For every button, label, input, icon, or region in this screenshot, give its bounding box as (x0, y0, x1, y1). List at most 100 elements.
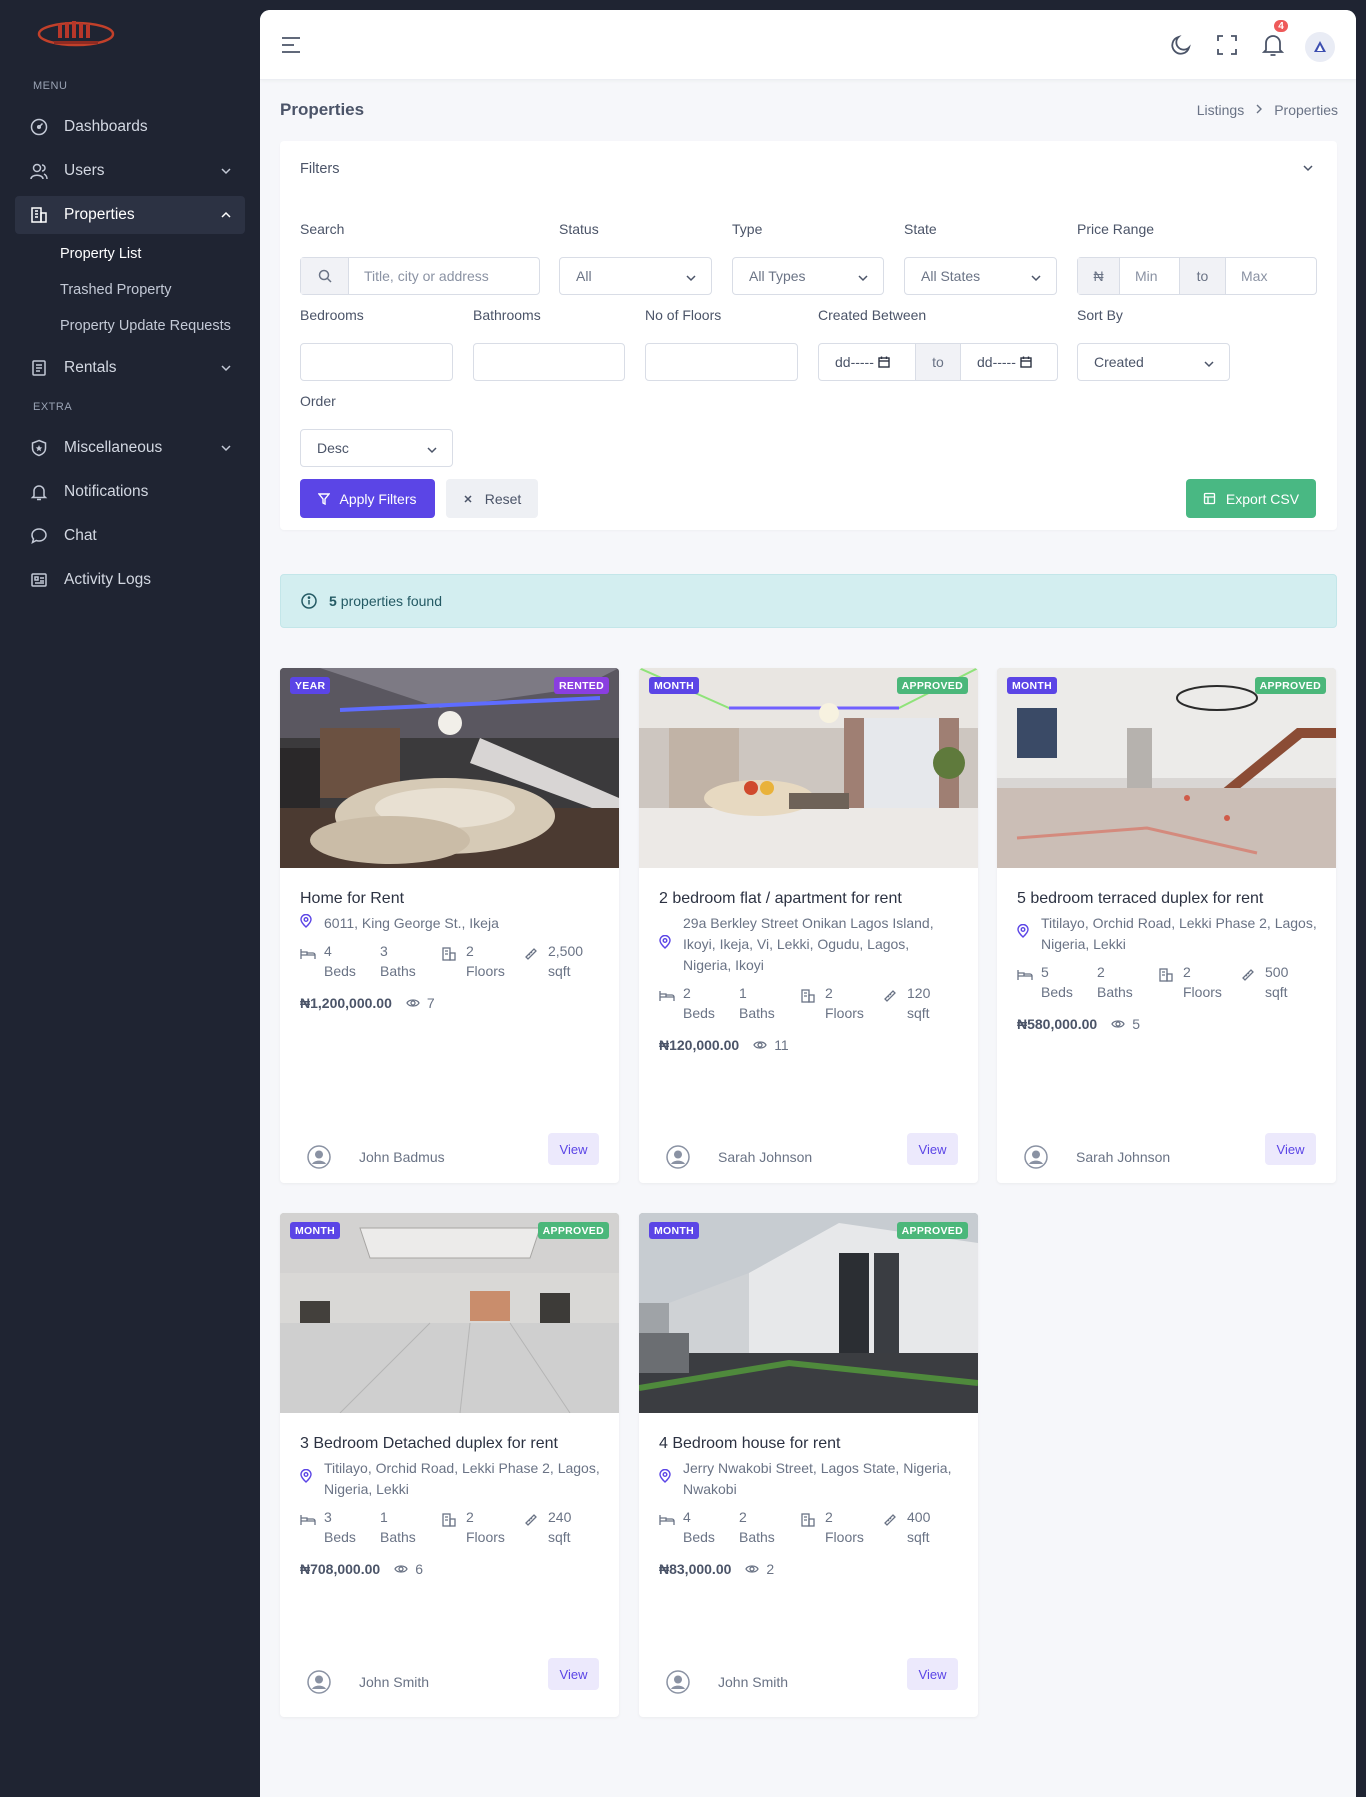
bed-icon (659, 1512, 675, 1528)
type-label: Type (732, 221, 763, 237)
view-button[interactable]: View (1265, 1133, 1316, 1165)
reset-label: Reset (484, 490, 522, 507)
beds-unit: Beds (683, 1529, 715, 1545)
sidebar-subitem-trashed-property[interactable]: Trashed Property (60, 282, 171, 298)
property-title[interactable]: 2 bedroom flat / apartment for rent (659, 890, 902, 908)
price-max-input[interactable]: Max (1226, 268, 1267, 284)
views-count: 11 (753, 1037, 789, 1053)
date-from-input[interactable]: dd----- (819, 354, 915, 370)
sidebar-item-miscellaneous[interactable]: Miscellaneous (15, 429, 245, 467)
property-photo[interactable] (997, 668, 1336, 868)
breadcrumb-item-listings[interactable]: Listings (1197, 102, 1244, 118)
view-button[interactable]: View (907, 1133, 958, 1165)
baths-unit: Baths (380, 1529, 416, 1545)
property-address: Jerry Nwakobi Street, Lagos State, Niger… (659, 1458, 959, 1500)
beds-count: 5 (1041, 964, 1049, 980)
page-title: Properties (280, 100, 365, 119)
hamburger-menu-icon[interactable] (280, 34, 302, 56)
baths-count: 1 (380, 1509, 388, 1525)
beds-count: 4 (683, 1509, 691, 1525)
user-avatar[interactable] (1305, 32, 1335, 62)
property-price: ₦1,200,000.00 (300, 995, 392, 1011)
topbar: 4 (260, 10, 1356, 80)
property-card: YEAR RENTED Home for Rent 6011, King Geo… (280, 668, 619, 1183)
property-card: MONTH APPROVED 5 bedroom terraced duplex… (997, 668, 1336, 1183)
views-value: 5 (1132, 1016, 1140, 1032)
app-logo[interactable] (36, 18, 116, 52)
date-to-addon: to (915, 344, 961, 380)
reset-button[interactable]: Reset (446, 479, 538, 518)
sort-by-select[interactable]: Created (1077, 343, 1230, 381)
property-address-text: Jerry Nwakobi Street, Lagos State, Niger… (683, 1460, 952, 1497)
chevron-down-icon[interactable] (1301, 161, 1315, 175)
date-to-input[interactable]: dd----- (961, 354, 1032, 370)
property-address-text: 29a Berkley Street Onikan Lagos Island, … (683, 915, 934, 973)
apply-filters-button[interactable]: Apply Filters (300, 479, 435, 518)
order-select[interactable]: Desc (300, 429, 453, 467)
search-input[interactable]: Title, city or address (300, 257, 540, 295)
sidebar-item-activity-logs[interactable]: Activity Logs (15, 561, 245, 599)
view-button[interactable]: View (548, 1133, 599, 1165)
sidebar-item-chat[interactable]: Chat (15, 517, 245, 555)
state-select[interactable]: All States (904, 257, 1057, 295)
floors-count: 2 (825, 1509, 833, 1525)
price-min-input[interactable]: Min (1120, 268, 1179, 284)
type-select[interactable]: All Types (732, 257, 884, 295)
status-badge: RENTED (554, 677, 609, 694)
sidebar-item-dashboards[interactable]: Dashboards (15, 108, 245, 146)
owner-name: John Smith (718, 1674, 789, 1690)
ruler-icon (883, 988, 899, 1004)
beds-count: 3 (324, 1509, 332, 1525)
results-text: properties found (340, 593, 442, 609)
views-value: 2 (766, 1561, 775, 1577)
order-label: Order (300, 393, 336, 409)
floors-count: 2 (1183, 964, 1191, 980)
chevron-down-icon (219, 361, 233, 375)
property-photo[interactable] (280, 668, 619, 868)
baths-unit: Baths (380, 963, 416, 979)
area-value: 240 (548, 1509, 572, 1525)
property-title[interactable]: 5 bedroom terraced duplex for rent (1017, 890, 1263, 908)
bedrooms-input[interactable] (300, 343, 453, 381)
rental-period-badge: MONTH (290, 1222, 340, 1239)
results-count: 5 (329, 593, 337, 609)
area-value: 2,500 (548, 943, 584, 959)
building-icon (30, 206, 48, 224)
property-photo[interactable] (280, 1213, 619, 1414)
beds-count: 4 (324, 943, 332, 959)
area-value: 120 (907, 985, 931, 1001)
beds-unit: Beds (683, 1005, 715, 1021)
bathrooms-input[interactable] (473, 343, 625, 381)
floors-count: 2 (825, 985, 833, 1001)
chevron-right-icon (1254, 103, 1264, 117)
export-csv-button[interactable]: Export CSV (1186, 479, 1316, 518)
baths-stat: 2 Baths (1097, 962, 1159, 1002)
sidebar-item-users[interactable]: Users (15, 152, 245, 190)
sidebar-subitem-update-requests[interactable]: Property Update Requests (60, 318, 231, 334)
notifications-bell-icon[interactable] (1260, 32, 1286, 58)
status-select[interactable]: All (559, 257, 712, 295)
sidebar-item-notifications[interactable]: Notifications (15, 473, 245, 511)
property-address-text: Titilayo, Orchid Road, Lekki Phase 2, La… (324, 1460, 600, 1497)
dark-mode-toggle-icon[interactable] (1168, 32, 1194, 58)
property-title[interactable]: 4 Bedroom house for rent (659, 1435, 840, 1453)
views-count: 7 (406, 995, 435, 1011)
property-title[interactable]: Home for Rent (300, 890, 404, 908)
fullscreen-icon[interactable] (1214, 32, 1240, 58)
chat-icon (30, 527, 48, 545)
price-to-addon: to (1179, 258, 1226, 294)
status-badge: APPROVED (896, 677, 968, 694)
property-title[interactable]: 3 Bedroom Detached duplex for rent (300, 1435, 558, 1453)
property-photo[interactable] (639, 1213, 978, 1413)
property-address: 29a Berkley Street Onikan Lagos Island, … (659, 913, 959, 976)
sidebar-subitem-property-list[interactable]: Property List (60, 246, 141, 262)
property-photo[interactable] (639, 668, 978, 868)
view-button[interactable]: View (907, 1658, 958, 1690)
sidebar-item-rentals[interactable]: Rentals (15, 349, 245, 387)
sidebar-item-properties[interactable]: Properties (15, 196, 245, 234)
baths-stat: 1 Baths (380, 1507, 442, 1547)
floors-input[interactable] (645, 343, 798, 381)
export-csv-label: Export CSV (1225, 490, 1300, 507)
view-button[interactable]: View (548, 1658, 599, 1690)
avatar (666, 1670, 690, 1694)
